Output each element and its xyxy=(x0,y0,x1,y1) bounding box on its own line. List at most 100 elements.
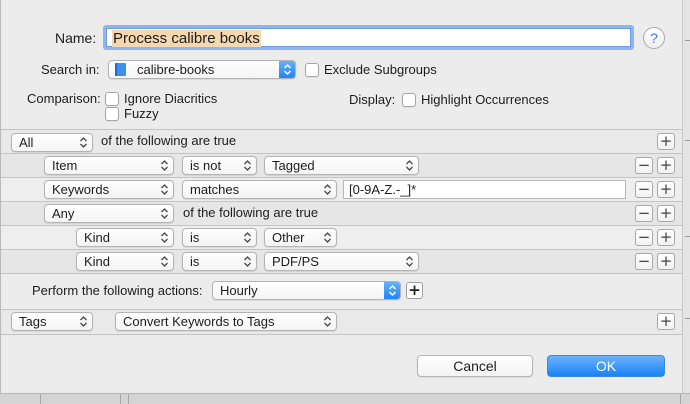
name-label: Name: xyxy=(55,30,97,46)
condition-row: Item is not Tagged − + xyxy=(1,153,683,177)
name-value: Process calibre books xyxy=(112,30,261,47)
remove-condition-button[interactable]: − xyxy=(635,157,653,174)
name-field[interactable]: Process calibre books xyxy=(103,25,634,50)
condition-value-popup[interactable]: Tagged xyxy=(264,156,419,175)
schedule-popup[interactable]: Hourly xyxy=(212,281,401,300)
condition-field-value: Kind xyxy=(84,254,111,269)
add-condition-button[interactable]: + xyxy=(657,205,675,222)
condition-field-popup[interactable]: Keywords xyxy=(44,180,174,199)
condition-field-value: Keywords xyxy=(52,182,110,197)
ignore-diacritics-label: Ignore Diacritics xyxy=(124,91,218,106)
add-condition-button[interactable]: + xyxy=(657,133,675,150)
cancel-button[interactable]: Cancel xyxy=(417,355,533,377)
remove-condition-button[interactable]: − xyxy=(635,205,653,222)
condition-operator-popup[interactable]: matches xyxy=(182,180,337,199)
condition-field-popup[interactable]: Item xyxy=(44,156,174,175)
action-popup[interactable]: Convert Keywords to Tags xyxy=(115,312,337,331)
add-condition-button[interactable]: + xyxy=(657,253,675,270)
condition-row: Keywords matches [0-9A-Z.-_]* − + xyxy=(1,177,683,201)
chevron-updown-icon xyxy=(161,256,168,267)
search-in-label: Search in: xyxy=(41,62,100,77)
group-condition-suffix: of the following are true xyxy=(183,205,319,220)
actions-bottom-divider xyxy=(1,334,683,335)
chevron-updown-icon xyxy=(80,316,87,327)
chevron-updown-icon xyxy=(384,282,400,299)
highlight-occurrences-checkbox[interactable] xyxy=(402,93,416,107)
condition-operator-value: is not xyxy=(190,158,222,173)
condition-text-field[interactable]: [0-9A-Z.-_]* xyxy=(343,180,626,199)
search-in-popup[interactable]: calibre-books xyxy=(108,60,296,79)
add-action-button[interactable]: + xyxy=(657,313,675,330)
top-quantifier-value: All xyxy=(19,135,34,150)
condition-value-popup[interactable]: PDF/PS xyxy=(264,252,419,271)
ok-button[interactable]: OK xyxy=(547,355,665,377)
chevron-updown-icon xyxy=(161,232,168,243)
chevron-updown-icon xyxy=(161,160,168,171)
condition-value-popup[interactable]: Other xyxy=(264,228,337,247)
schedule-value: Hourly xyxy=(220,283,258,298)
top-quantifier-popup[interactable]: All xyxy=(11,133,93,152)
fuzzy-checkbox[interactable] xyxy=(105,107,119,121)
search-in-value: calibre-books xyxy=(137,62,215,77)
condition-operator-popup[interactable]: is xyxy=(182,252,257,271)
condition-field-value: Kind xyxy=(84,230,111,245)
exclude-subgroups-checkbox[interactable] xyxy=(305,63,319,77)
chevron-updown-icon xyxy=(279,61,295,78)
condition-value-value: Other xyxy=(272,230,305,245)
condition-value-value: PDF/PS xyxy=(272,254,319,269)
ignore-diacritics-checkbox[interactable] xyxy=(105,92,119,106)
chevron-updown-icon xyxy=(80,137,87,148)
chevron-updown-icon xyxy=(324,232,331,243)
edge-tick xyxy=(685,318,690,319)
chevron-updown-icon xyxy=(161,184,168,195)
group-quantifier-popup[interactable]: Any xyxy=(44,204,174,223)
condition-field-value: Item xyxy=(52,158,78,173)
chevron-updown-icon xyxy=(324,184,331,195)
exclude-subgroups-label: Exclude Subgroups xyxy=(324,62,437,77)
condition-value-value: Tagged xyxy=(272,158,315,173)
edge-tick xyxy=(685,236,690,237)
condition-row: Kind is PDF/PS − + xyxy=(1,249,683,273)
chevron-updown-icon xyxy=(244,232,251,243)
condition-row: Kind is Other − + xyxy=(1,225,683,249)
comparison-label: Comparison: xyxy=(27,91,101,106)
condition-operator-popup[interactable]: is xyxy=(182,228,257,247)
chevron-updown-icon xyxy=(324,316,331,327)
action-type-value: Tags xyxy=(19,314,47,329)
display-label: Display: xyxy=(349,92,396,107)
condition-operator-value: matches xyxy=(190,182,240,197)
add-condition-button[interactable]: + xyxy=(657,181,675,198)
remove-condition-button[interactable]: − xyxy=(635,229,653,246)
condition-operator-popup[interactable]: is not xyxy=(182,156,257,175)
chevron-updown-icon xyxy=(244,160,251,171)
condition-operator-value: is xyxy=(190,254,200,269)
add-action-group-button[interactable]: + xyxy=(406,282,423,299)
background-window-edge xyxy=(682,0,690,403)
background-window-bottom xyxy=(0,393,690,404)
edge-tick xyxy=(685,40,690,41)
condition-row-top: All of the following are true + xyxy=(1,129,683,153)
actions-label: Perform the following actions: xyxy=(32,283,203,298)
action-type-popup[interactable]: Tags xyxy=(11,312,93,331)
help-button[interactable]: ? xyxy=(643,27,665,49)
top-condition-suffix: of the following are true xyxy=(101,133,237,148)
remove-condition-button[interactable]: − xyxy=(635,181,653,198)
chevron-updown-icon xyxy=(406,256,413,267)
condition-field-popup[interactable]: Kind xyxy=(76,228,174,247)
edge-tick xyxy=(685,140,690,141)
condition-field-popup[interactable]: Kind xyxy=(76,252,174,271)
add-condition-button[interactable]: + xyxy=(657,229,675,246)
remove-condition-button[interactable]: − xyxy=(635,253,653,270)
condition-operator-value: is xyxy=(190,230,200,245)
condition-row-group: Any of the following are true − + xyxy=(1,201,683,225)
add-condition-button[interactable]: + xyxy=(657,157,675,174)
action-value: Convert Keywords to Tags xyxy=(123,314,275,329)
chevron-updown-icon xyxy=(161,208,168,219)
fuzzy-label: Fuzzy xyxy=(124,106,159,121)
chevron-updown-icon xyxy=(244,256,251,267)
group-quantifier-value: Any xyxy=(52,206,75,221)
database-icon xyxy=(115,63,126,76)
conditions-bottom-divider xyxy=(1,273,683,274)
smart-group-dialog: Name: Process calibre books ? Search in:… xyxy=(0,0,690,395)
chevron-updown-icon xyxy=(406,160,413,171)
